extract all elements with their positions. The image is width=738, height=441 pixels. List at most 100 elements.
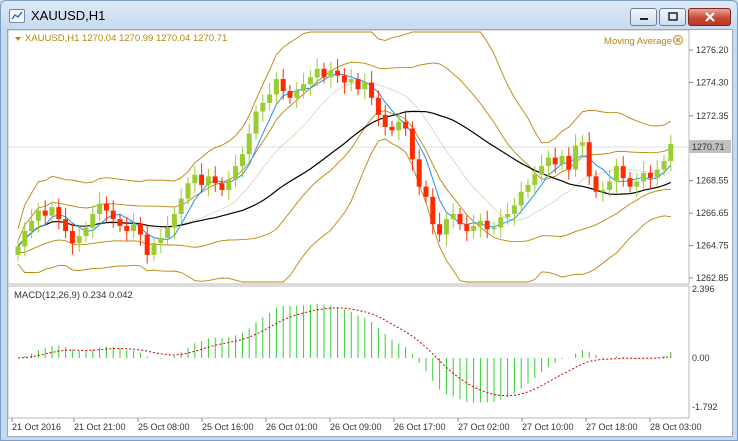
candle[interactable] [124, 225, 130, 232]
candle[interactable] [226, 179, 232, 191]
candle[interactable] [49, 207, 55, 216]
candle[interactable] [532, 174, 538, 185]
candle[interactable] [573, 145, 579, 170]
candle[interactable] [375, 97, 381, 115]
candle[interactable] [498, 217, 504, 228]
time-axis[interactable]: 21 Oct 2016 21 Oct 21:00 25 Oct 08:00 25 Oc… [11, 418, 702, 432]
candle[interactable] [430, 196, 436, 225]
candle[interactable] [260, 102, 266, 112]
candle[interactable] [348, 79, 354, 83]
candle[interactable] [253, 111, 259, 134]
candle[interactable] [35, 210, 41, 221]
candle[interactable] [355, 79, 361, 90]
candle[interactable] [403, 121, 409, 129]
candle[interactable] [443, 219, 449, 235]
candle[interactable] [389, 126, 395, 131]
candle[interactable] [416, 159, 422, 187]
candle[interactable] [409, 128, 415, 160]
candle[interactable] [579, 142, 585, 146]
candle[interactable] [607, 181, 613, 191]
candle[interactable] [22, 231, 28, 247]
candle[interactable] [212, 176, 218, 184]
candle[interactable] [668, 143, 674, 162]
candle[interactable] [185, 183, 191, 199]
candle[interactable] [239, 154, 245, 167]
candle[interactable] [593, 176, 599, 192]
candle[interactable] [144, 234, 150, 255]
candle[interactable] [552, 157, 558, 165]
candle[interactable] [511, 205, 517, 214]
candle[interactable] [69, 231, 75, 243]
candle[interactable] [158, 237, 164, 243]
close-button[interactable] [688, 8, 731, 26]
candle[interactable] [90, 213, 96, 228]
minimize-button[interactable] [630, 8, 657, 26]
candle[interactable] [110, 210, 116, 220]
candle[interactable] [29, 220, 35, 232]
candle[interactable] [97, 203, 103, 214]
candle[interactable] [654, 169, 660, 179]
candle[interactable] [103, 203, 109, 211]
candle[interactable] [525, 184, 531, 192]
macd-pane[interactable] [8, 285, 690, 419]
candle[interactable] [505, 213, 511, 218]
candle[interactable] [267, 94, 273, 103]
candle[interactable] [634, 181, 640, 187]
candle[interactable] [477, 220, 483, 226]
candle[interactable] [362, 82, 368, 90]
title-bar[interactable]: XAUUSD,H1 [1, 1, 737, 31]
candle[interactable] [437, 224, 443, 235]
candle[interactable] [484, 220, 490, 230]
candle[interactable] [56, 207, 62, 220]
candle[interactable] [464, 224, 470, 232]
candle[interactable] [321, 68, 327, 78]
candle[interactable] [76, 236, 82, 243]
candle[interactable] [341, 75, 347, 83]
candle[interactable] [613, 166, 619, 182]
candle[interactable] [518, 191, 524, 206]
candle[interactable] [335, 70, 341, 76]
candle[interactable] [328, 70, 334, 78]
maximize-button[interactable] [659, 8, 686, 26]
candle[interactable] [63, 219, 69, 232]
candle[interactable] [192, 174, 198, 184]
candle[interactable] [545, 157, 551, 167]
price-axis[interactable]: 1276.20 1274.30 1272.35 1268.55 1266.65 1264.… [689, 45, 729, 283]
candle[interactable] [471, 225, 477, 232]
candle[interactable] [586, 142, 592, 177]
candle[interactable] [280, 79, 286, 91]
candle[interactable] [294, 90, 300, 98]
candle[interactable] [450, 213, 456, 220]
candle[interactable] [307, 77, 313, 85]
candle[interactable] [396, 121, 402, 131]
candle[interactable] [273, 79, 279, 95]
candle[interactable] [369, 82, 375, 98]
candle[interactable] [178, 198, 184, 214]
candle[interactable] [647, 172, 653, 179]
candle[interactable] [620, 166, 626, 179]
candle[interactable] [423, 186, 429, 197]
candle[interactable] [151, 242, 157, 255]
candle[interactable] [137, 224, 143, 235]
candle[interactable] [233, 166, 239, 180]
candle[interactable] [15, 246, 21, 255]
candle[interactable] [205, 176, 211, 185]
candle[interactable] [661, 161, 667, 170]
candle[interactable] [287, 90, 293, 98]
candle[interactable] [382, 114, 388, 127]
candle[interactable] [83, 227, 89, 237]
candle[interactable] [165, 227, 171, 238]
candle[interactable] [199, 174, 205, 185]
candle[interactable] [171, 213, 177, 228]
candle[interactable] [42, 210, 48, 216]
candle[interactable] [627, 178, 633, 187]
candle[interactable] [117, 219, 123, 226]
macd-axis[interactable]: 2.396 0.00 -1.792 [692, 284, 718, 412]
candle[interactable] [600, 190, 606, 192]
candle[interactable] [301, 84, 307, 91]
candle[interactable] [566, 155, 572, 170]
candle[interactable] [314, 68, 320, 78]
chart-area[interactable]: XAUUSD,H1 1270.04 1270.99 1270.04 1270.7… [7, 29, 733, 437]
candle[interactable] [559, 155, 565, 165]
candle[interactable] [457, 213, 463, 225]
